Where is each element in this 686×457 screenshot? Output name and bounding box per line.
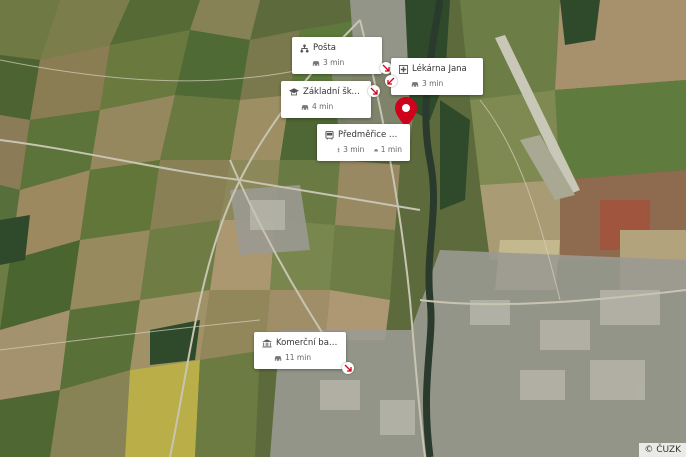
school-icon <box>289 88 299 96</box>
poi-name: Pošta <box>313 43 336 53</box>
car-icon <box>373 148 378 152</box>
poi-name: Základní škola a ... <box>303 87 363 97</box>
car-icon <box>312 60 320 66</box>
arrow-icon <box>370 87 378 95</box>
arrow-icon <box>344 364 352 372</box>
travel-time: 3 min <box>422 79 444 88</box>
poi-card-posta[interactable]: Pošta 3 min <box>292 37 382 74</box>
bus-stop-icon <box>325 130 334 140</box>
map-copyright: © ČUZK <box>639 443 686 457</box>
arrow-icon <box>387 77 395 85</box>
poi-arrow-lekarna[interactable] <box>385 75 397 87</box>
map-view[interactable]: Pošta 3 min Lékárna Jana 3 min Základní … <box>0 0 686 457</box>
post-office-icon <box>300 43 309 53</box>
poi-card-bank[interactable]: Komerční banka 11 min <box>254 332 346 369</box>
car-icon <box>274 355 282 361</box>
poi-name: Předměřice Labem <box>338 130 402 140</box>
map-pin-icon[interactable] <box>395 97 417 127</box>
travel-time: 11 min <box>285 353 312 362</box>
poi-name: Komerční banka <box>276 338 338 348</box>
walk-icon <box>337 147 340 153</box>
poi-arrow-bank[interactable] <box>342 362 354 374</box>
poi-name: Lékárna Jana <box>412 64 467 74</box>
arrow-icon <box>382 64 390 72</box>
poi-card-lekarna[interactable]: Lékárna Jana 3 min <box>391 58 483 95</box>
travel-time: 3 min <box>323 58 345 67</box>
travel-time: 1 min <box>380 145 402 154</box>
travel-time: 4 min <box>312 102 334 111</box>
bank-icon <box>262 338 272 347</box>
car-icon <box>301 104 309 110</box>
pharmacy-icon <box>399 64 408 74</box>
travel-time: 3 min <box>343 145 365 154</box>
poi-arrow-skola[interactable] <box>368 85 380 97</box>
car-icon <box>411 81 419 87</box>
poi-card-skola[interactable]: Základní škola a ... 4 min <box>281 81 371 118</box>
poi-card-bus-stop[interactable]: Předměřice Labem 3 min 1 min <box>317 124 410 161</box>
